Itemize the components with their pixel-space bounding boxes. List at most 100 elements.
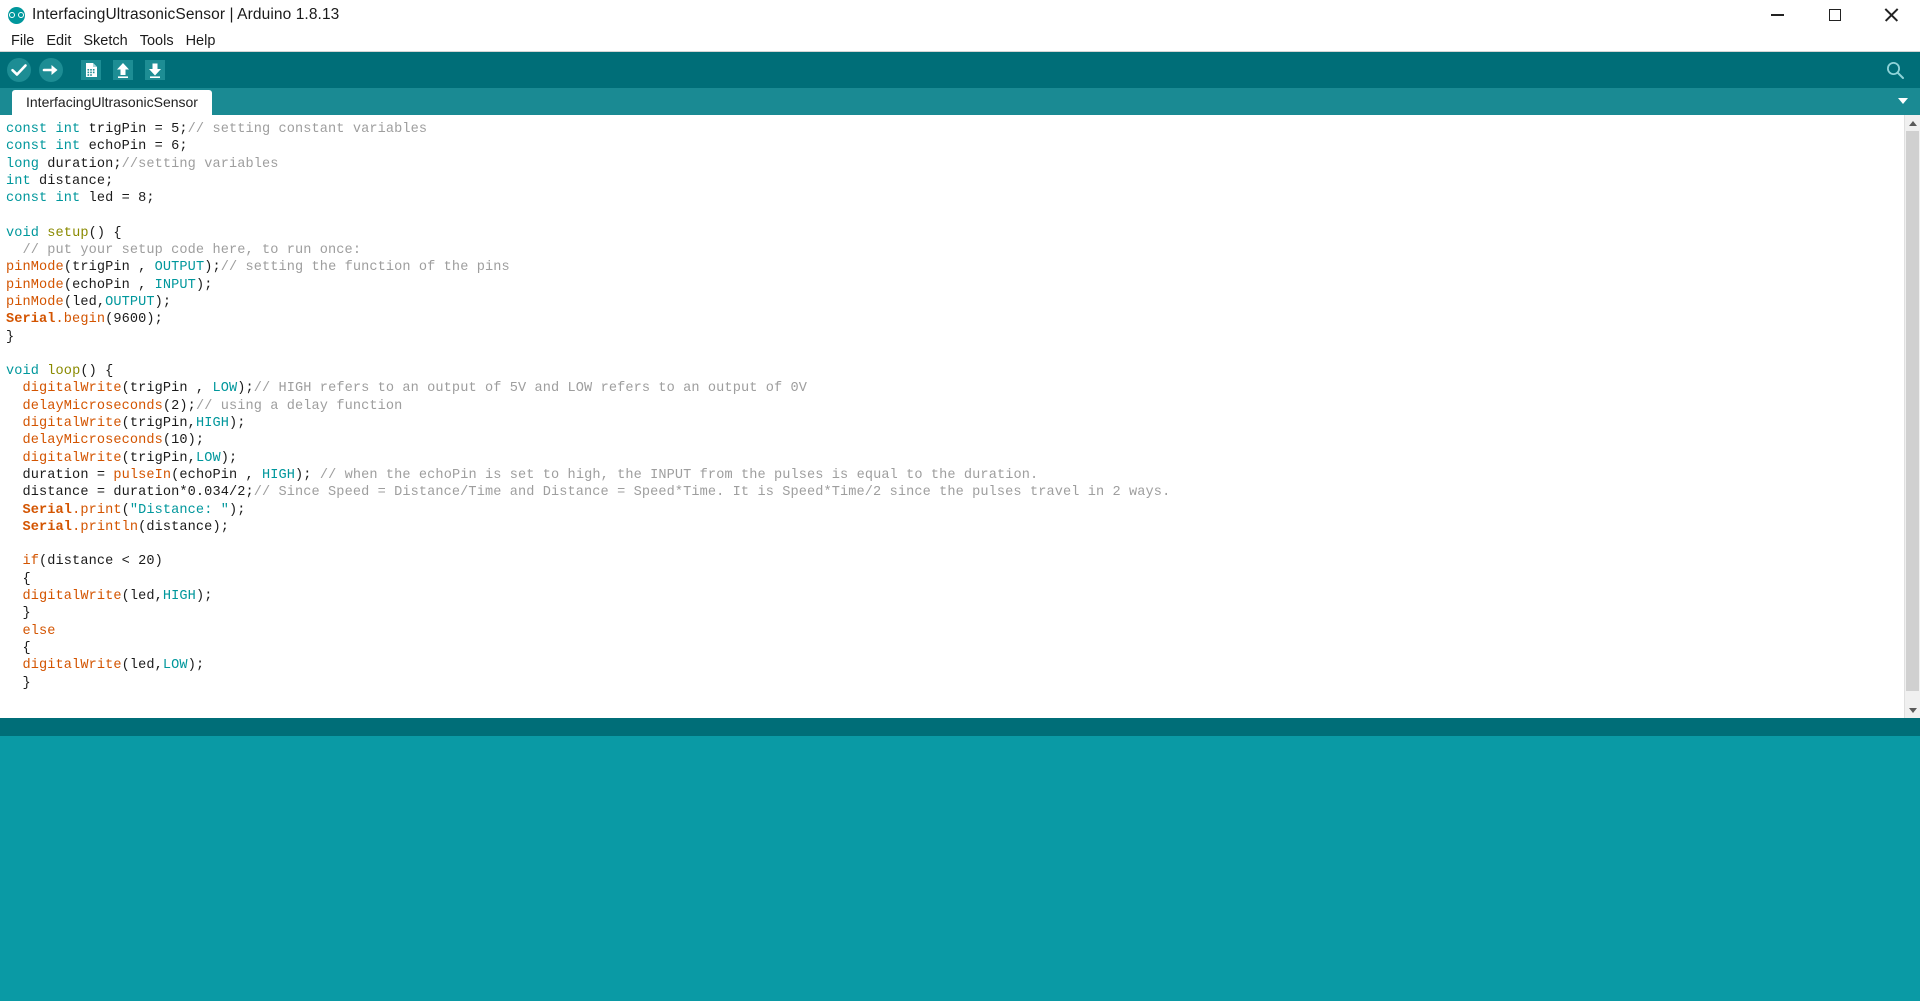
code-token: ); (237, 381, 254, 397)
chevron-down-icon (1898, 98, 1908, 104)
arrow-up-icon (113, 60, 133, 80)
code-editor[interactable]: const int trigPin = 5;// setting constan… (0, 115, 1904, 718)
code-token: (2); (162, 398, 196, 414)
code-token: pinMode (6, 294, 64, 310)
code-token: (trigPin , (63, 260, 155, 276)
upload-button[interactable] (36, 55, 66, 85)
serial-monitor-button[interactable] (1882, 57, 1908, 83)
open-button[interactable] (108, 55, 138, 85)
code-token: HIGH (162, 589, 196, 605)
code-token: pinMode (6, 260, 64, 276)
arrow-right-circle-icon (39, 58, 63, 82)
code-token: distance; (39, 173, 114, 189)
code-token: delayMicroseconds (22, 433, 163, 449)
code-token: long (6, 156, 48, 172)
check-circle-icon (7, 58, 31, 82)
code-token: digitalWrite (22, 416, 122, 432)
code-token: int (6, 173, 40, 189)
window-title: InterfacingUltrasonicSensor | Arduino 1.… (32, 6, 340, 23)
new-button[interactable] (76, 55, 106, 85)
scroll-down-arrow-icon (1908, 707, 1917, 713)
save-button[interactable] (140, 55, 170, 85)
code-token: "Distance: " (129, 502, 229, 518)
code-token: INPUT (154, 277, 196, 293)
close-icon (1884, 8, 1899, 23)
code-token: { (6, 640, 31, 656)
code-token: loop (47, 364, 81, 380)
code-token: duration = (6, 467, 114, 483)
scrollbar-thumb[interactable] (1906, 131, 1919, 691)
code-token: const int (6, 191, 89, 207)
scrollbar-up-button[interactable] (1905, 115, 1920, 131)
code-token: // using a delay function (195, 398, 403, 414)
code-token: } (6, 329, 15, 345)
scroll-up-arrow-icon (1908, 120, 1917, 126)
code-token: pinMode (6, 277, 64, 293)
menu-item-file[interactable]: File (5, 31, 40, 51)
code-token: // when the echoPin is set to high, the … (319, 467, 1039, 483)
code-token: ); (154, 294, 172, 310)
code-token: trigPin = 5; (88, 122, 188, 137)
code-token: ); (228, 416, 246, 432)
menu-item-edit[interactable]: Edit (40, 31, 77, 51)
code-token: OUTPUT (105, 294, 155, 310)
code-token: Serial (22, 519, 73, 535)
code-token: (trigPin, (121, 450, 196, 466)
code-token: if (22, 554, 40, 570)
tab-interfacing-ultrasonic-sensor[interactable]: InterfacingUltrasonicSensor (12, 90, 212, 115)
minimize-icon (1771, 14, 1784, 16)
scrollbar-down-button[interactable] (1905, 702, 1920, 718)
code-token: (9600); (105, 312, 163, 328)
code-token: (10); (162, 433, 205, 449)
editor-vertical-scrollbar[interactable] (1904, 115, 1920, 718)
code-token: digitalWrite (22, 658, 122, 674)
tab-strip: InterfacingUltrasonicSensor (0, 88, 1920, 115)
code-token: LOW (212, 381, 238, 397)
code-token: (trigPin , (121, 381, 213, 397)
code-token: LOW (195, 450, 221, 466)
code-token: const int (6, 122, 89, 137)
new-file-icon (81, 60, 101, 80)
toolbar (0, 52, 1920, 88)
code-token: (distance); (138, 519, 229, 535)
code-token: ); (187, 658, 205, 674)
window-controls (1749, 0, 1920, 30)
code-token: (echoPin , (63, 277, 155, 293)
menu-item-tools[interactable]: Tools (134, 31, 180, 51)
close-button[interactable] (1863, 0, 1920, 30)
code-token: distance = duration*0.034/2; (6, 485, 254, 501)
menu-bar: File Edit Sketch Tools Help (0, 30, 1920, 52)
code-token: // HIGH refers to an output of 5V and LO… (253, 381, 808, 397)
title-bar: InterfacingUltrasonicSensor | Arduino 1.… (0, 0, 1920, 30)
verify-button[interactable] (4, 55, 34, 85)
code-token: ); (295, 467, 320, 483)
arduino-infinity-icon (8, 6, 25, 24)
code-token: echoPin = 6; (88, 139, 188, 155)
code-token: (trigPin, (121, 416, 196, 432)
magnifier-icon (1887, 62, 1904, 79)
code-token: led = 8; (88, 191, 155, 207)
code-token: Serial (22, 502, 73, 518)
menu-item-help[interactable]: Help (180, 31, 222, 51)
code-token: (led, (121, 658, 163, 674)
code-token: ); (204, 260, 221, 276)
code-token: .begin (55, 312, 106, 328)
code-token: } (6, 606, 31, 622)
code-token: ); (195, 277, 213, 293)
source-code[interactable]: const int trigPin = 5;// setting constan… (6, 121, 1904, 718)
minimize-button[interactable] (1749, 0, 1806, 30)
code-token: else (22, 623, 56, 639)
status-bar (0, 718, 1920, 736)
code-token: () { (80, 364, 114, 380)
code-token: .println (72, 519, 139, 535)
maximize-button[interactable] (1806, 0, 1863, 30)
tab-menu-button[interactable] (1892, 90, 1914, 112)
menu-item-sketch[interactable]: Sketch (77, 31, 133, 51)
code-token: // put your setup code here, to run once… (6, 243, 362, 259)
